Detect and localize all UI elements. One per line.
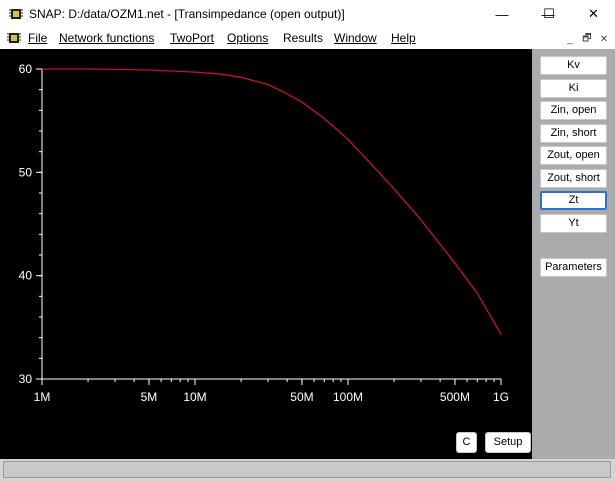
menu-twoport[interactable]: TwoPort (170, 31, 214, 45)
menu-results[interactable]: Results (283, 31, 323, 45)
menu-options[interactable]: Options (227, 31, 268, 45)
menu-file[interactable]: File (28, 31, 47, 45)
x-tick-label: 5M (141, 390, 158, 404)
y-tick-label: 30 (19, 372, 33, 386)
y-tick-label: 60 (19, 62, 33, 76)
status-bar (0, 459, 615, 481)
snap-chip-icon (9, 9, 23, 19)
x-tick-label: 100M (333, 390, 363, 404)
zout-short-button[interactable]: Zout, short (540, 169, 607, 188)
transimpedance-chart: 1M 5M 10M 50M 100M 500M 1G 30 40 50 60 (19, 62, 509, 404)
parameters-button[interactable]: Parameters (540, 258, 607, 277)
mdi-restore-icon: 🗗 (582, 32, 592, 44)
maximize-icon: ☐ (543, 6, 555, 21)
mdi-minimize-button[interactable]: _ (563, 32, 577, 46)
menu-window[interactable]: Window (334, 31, 377, 45)
mdi-restore-button[interactable]: 🗗 (580, 32, 594, 46)
minimize-icon: — (495, 6, 509, 22)
status-field (3, 461, 611, 478)
window-title: SNAP: D:/data/OZM1.net - [Transimpedance… (29, 7, 345, 21)
plot-area[interactable]: 1M 5M 10M 50M 100M 500M 1G 30 40 50 60 C Setup (0, 49, 532, 459)
mdi-close-button[interactable]: ✕ (597, 32, 611, 46)
setup-button[interactable]: Setup (485, 432, 531, 453)
y-tick-label: 40 (19, 269, 33, 283)
x-tick-label: 1M (34, 390, 51, 404)
zin-open-button[interactable]: Zin, open (540, 101, 607, 120)
zin-short-button[interactable]: Zin, short (540, 124, 607, 143)
zout-open-button[interactable]: Zout, open (540, 146, 607, 165)
yt-button[interactable]: Yt (540, 214, 607, 233)
ki-button[interactable]: Ki (540, 79, 607, 98)
kv-button[interactable]: Kv (540, 56, 607, 75)
close-icon: ✕ (588, 6, 599, 21)
c-button[interactable]: C (456, 432, 477, 453)
x-tick-label: 10M (183, 390, 206, 404)
x-tick-label: 1G (493, 390, 509, 404)
x-tick-label: 500M (440, 390, 470, 404)
menu-bar: File Network functions TwoPort Options R… (0, 28, 615, 49)
function-panel: Kv Ki Zin, open Zin, short Zout, open Zo… (532, 49, 615, 459)
close-window-button[interactable]: ✕ (572, 0, 615, 28)
document-chip-icon[interactable] (6, 32, 22, 45)
minimize-window-button[interactable]: — (479, 0, 525, 28)
mdi-close-icon: ✕ (599, 33, 609, 45)
menu-help[interactable]: Help (391, 31, 416, 45)
menu-network-functions[interactable]: Network functions (59, 31, 154, 45)
series-line (42, 68, 502, 335)
zt-button[interactable]: Zt (540, 191, 607, 210)
maximize-window-button[interactable]: ☐ (526, 0, 572, 28)
x-tick-label: 50M (290, 390, 313, 404)
mdi-minimize-icon: _ (567, 33, 573, 45)
y-tick-label: 50 (19, 165, 33, 179)
